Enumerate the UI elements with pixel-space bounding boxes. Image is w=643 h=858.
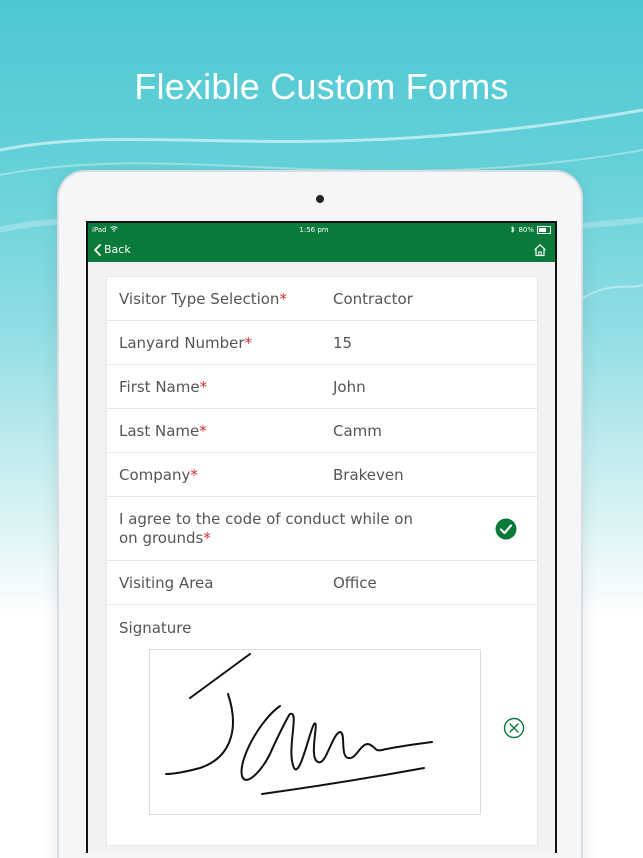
field-row-visiting-area[interactable]: Visiting Area Office [107,561,537,605]
signature-drawing [165,653,433,795]
field-label: Lanyard Number* [119,333,253,352]
required-marker: * [190,465,198,484]
field-row-visitor-type[interactable]: Visitor Type Selection* Contractor [107,277,537,321]
field-label: Visitor Type Selection* [119,289,287,308]
back-label: Back [104,243,131,256]
field-row-company[interactable]: Company* Brakeven [107,453,537,497]
field-value: 15 [333,333,353,352]
back-button[interactable]: Back [94,243,131,256]
device-screen: iPad 1:56 pm 80% Back Visitor Type Selec… [86,221,557,853]
field-label: Last Name* [119,421,207,440]
visitor-form: Visitor Type Selection* Contractor Lanya… [106,276,538,846]
field-row-lanyard-number[interactable]: Lanyard Number* 15 [107,321,537,365]
field-value: Contractor [333,289,413,308]
field-row-last-name[interactable]: Last Name* Camm [107,409,537,453]
nav-bar: Back [88,237,555,262]
field-value: Brakeven [333,465,404,484]
camera-dot [316,195,324,203]
field-value: Camm [333,421,382,440]
clear-circle-icon[interactable] [503,717,525,739]
field-label: Company* [119,465,198,484]
field-label: I agree to the code of conduct while on … [119,509,413,547]
check-circle-icon[interactable] [495,518,517,540]
required-marker: * [203,528,211,547]
status-time: 1:56 pm [299,226,329,234]
field-row-first-name[interactable]: First Name* John [107,365,537,409]
field-label: First Name* [119,377,208,396]
required-marker: * [244,333,253,352]
signature-label: Signature [119,619,192,637]
field-label: Visiting Area [119,573,214,592]
bluetooth-icon [510,225,515,235]
signature-pad[interactable] [149,649,481,815]
wifi-icon [109,226,118,234]
required-marker: * [199,421,207,440]
field-value: John [333,377,366,396]
device-name: iPad [92,226,107,234]
field-row-agreement[interactable]: I agree to the code of conduct while on … [107,497,537,561]
home-icon[interactable] [533,243,547,257]
ipad-frame: iPad 1:56 pm 80% Back Visitor Type Selec… [59,172,581,858]
status-bar: iPad 1:56 pm 80% [88,223,555,237]
signature-section: Signature [107,605,537,845]
hero-title: Flexible Custom Forms [134,66,509,107]
chevron-left-icon [94,243,101,256]
battery-percent: 80% [518,226,534,234]
required-marker: * [199,377,208,396]
field-value: Office [333,573,377,592]
battery-icon [537,226,551,234]
required-marker: * [279,289,287,308]
